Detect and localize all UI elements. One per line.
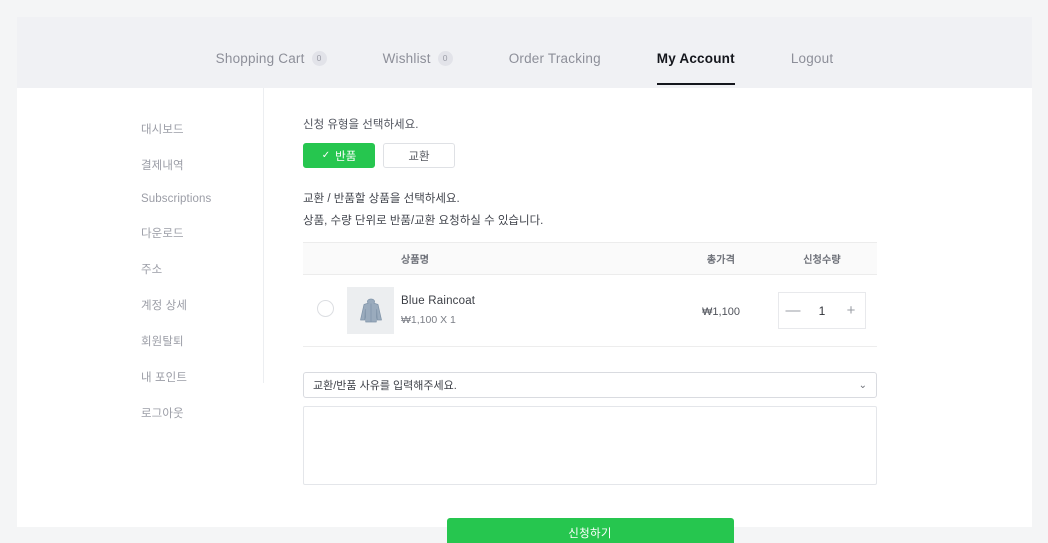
wishlist-count-badge: 0 — [437, 51, 453, 66]
submit-row: 신청하기 — [303, 518, 877, 543]
nav-label-logout: Logout — [790, 51, 834, 66]
product-table: 상품명 총가격 신청수량 Blue Raincoat ₩1,100 X 1 ₩1… — [303, 242, 877, 347]
account-body: 대시보드 결제내역 Subscriptions 다운로드 주소 계정 상세 회원… — [17, 88, 1032, 543]
nav-list: Shopping Cart 0 Wishlist 0 Order Trackin… — [216, 51, 834, 85]
table-header-row: 상품명 총가격 신청수량 — [303, 242, 877, 275]
page-root: Shopping Cart 0 Wishlist 0 Order Trackin… — [0, 0, 1048, 543]
exchange-type-button[interactable]: 교환 — [383, 143, 455, 168]
nav-label-wishlist: Wishlist — [382, 51, 431, 66]
sidebar-item-delete-account[interactable]: 회원탈퇴 — [141, 333, 264, 349]
reason-select-value: 교환/반품 사유를 입력해주세요. — [313, 380, 457, 392]
product-table-body: Blue Raincoat ₩1,100 X 1 ₩1,100 — 1 + — [303, 274, 877, 347]
quantity-stepper: — 1 + — [778, 292, 866, 329]
nav-item-wishlist[interactable]: Wishlist 0 — [383, 51, 453, 85]
product-select-subprompt: 상품, 수량 단위로 반품/교환 요청하실 수 있습니다. — [303, 215, 544, 227]
account-card: Shopping Cart 0 Wishlist 0 Order Trackin… — [17, 17, 1032, 543]
sidebar-item-addresses[interactable]: 주소 — [141, 261, 264, 277]
nav-label-order-tracking: Order Tracking — [508, 51, 601, 66]
product-radio[interactable] — [316, 299, 334, 317]
table-row: Blue Raincoat ₩1,100 X 1 ₩1,100 — 1 + — [303, 274, 877, 347]
exchange-type-label: 교환 — [408, 150, 430, 163]
request-type-toggle: ✓ 반품 교환 — [303, 143, 1032, 168]
reason-textarea[interactable] — [303, 406, 877, 485]
nav-label-my-account: My Account — [656, 51, 735, 66]
row-thumb-cell — [347, 274, 401, 347]
return-type-button[interactable]: ✓ 반품 — [303, 143, 375, 168]
main-content: 신청 유형을 선택하세요. ✓ 반품 교환 교환 / 반품할 상품을 선택하세요… — [264, 88, 1032, 543]
product-meta: ₩1,100 X 1 — [401, 314, 456, 326]
th-request-qty: 신청수량 — [767, 242, 877, 275]
return-type-label: 반품 — [335, 150, 357, 163]
quantity-value[interactable]: 1 — [819, 304, 826, 318]
product-select-prompt: 교환 / 반품할 상품을 선택하세요. — [303, 193, 460, 205]
raincoat-icon — [359, 298, 382, 322]
sidebar-item-dashboard[interactable]: 대시보드 — [141, 121, 264, 137]
product-table-head: 상품명 총가격 신청수량 — [303, 242, 877, 275]
sidebar-item-logout[interactable]: 로그아웃 — [141, 405, 264, 421]
check-icon: ✓ — [321, 150, 331, 161]
row-qty-cell: — 1 + — [767, 274, 877, 347]
nav-item-shopping-cart[interactable]: Shopping Cart 0 — [216, 51, 327, 85]
th-thumb — [347, 242, 401, 275]
quantity-decrement-button[interactable]: — — [779, 302, 807, 319]
active-tab-underline — [656, 83, 735, 85]
submit-request-button[interactable]: 신청하기 — [446, 518, 734, 543]
nav-item-order-tracking[interactable]: Order Tracking — [509, 51, 601, 85]
sidebar-item-account-details[interactable]: 계정 상세 — [141, 297, 264, 313]
quantity-increment-button[interactable]: + — [837, 302, 865, 319]
nav-item-my-account[interactable]: My Account — [656, 51, 735, 85]
nav-item-logout[interactable]: Logout — [791, 51, 834, 85]
nav-label-shopping-cart: Shopping Cart — [215, 51, 305, 66]
sidebar-item-orders[interactable]: 결제내역 — [141, 157, 264, 173]
cart-count-badge: 0 — [311, 51, 327, 66]
row-name-cell: Blue Raincoat ₩1,100 X 1 — [401, 274, 675, 347]
row-select-cell — [303, 274, 347, 347]
reason-select[interactable]: 교환/반품 사유를 입력해주세요. ⌄ — [303, 372, 877, 398]
account-sidebar: 대시보드 결제내역 Subscriptions 다운로드 주소 계정 상세 회원… — [17, 88, 264, 527]
chevron-down-icon: ⌄ — [858, 379, 867, 391]
product-total-price: ₩1,100 — [702, 305, 740, 318]
top-navbar: Shopping Cart 0 Wishlist 0 Order Trackin… — [17, 17, 1032, 88]
request-type-prompt: 신청 유형을 선택하세요. — [303, 119, 419, 131]
th-select — [303, 242, 347, 275]
th-total-price: 총가격 — [675, 242, 767, 275]
row-price-cell: ₩1,100 — [675, 274, 767, 347]
sidebar-item-subscriptions[interactable]: Subscriptions — [141, 193, 264, 205]
product-thumbnail — [347, 287, 394, 334]
sidebar-item-downloads[interactable]: 다운로드 — [141, 225, 264, 241]
th-product-name: 상품명 — [401, 242, 675, 275]
product-name: Blue Raincoat — [401, 295, 476, 307]
reason-select-row: 교환/반품 사유를 입력해주세요. ⌄ — [303, 372, 1032, 398]
sidebar-item-my-points[interactable]: 내 포인트 — [141, 369, 264, 385]
